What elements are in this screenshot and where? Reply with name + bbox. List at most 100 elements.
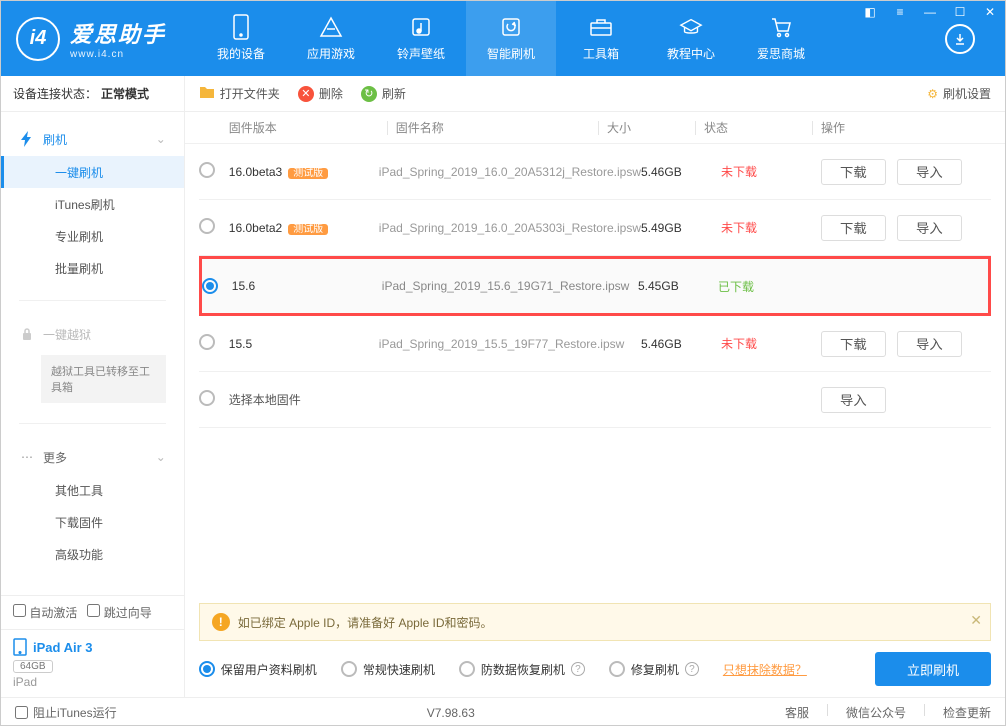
refresh-button[interactable]: ↻刷新 — [361, 85, 406, 102]
nav-my-device[interactable]: 我的设备 — [196, 1, 286, 76]
block-itunes-checkbox[interactable]: 阻止iTunes运行 — [15, 704, 117, 721]
sidebar-item-advanced[interactable]: 高级功能 — [1, 538, 184, 570]
apps-icon — [319, 15, 343, 39]
flash-settings-button[interactable]: ⚙刷机设置 — [927, 85, 991, 102]
device-info[interactable]: iPad Air 3 64GB iPad — [1, 629, 184, 697]
nav-apps[interactable]: 应用游戏 — [286, 1, 376, 76]
menu-icon[interactable]: ≡ — [885, 1, 915, 23]
opt-repair[interactable]: 修复刷机? — [609, 661, 699, 678]
firmware-size: 5.46GB — [641, 165, 721, 179]
firmware-version: 15.6 — [232, 279, 382, 293]
music-icon — [409, 15, 433, 39]
connection-status: 设备连接状态： 正常模式 — [1, 76, 184, 112]
firmware-size: 5.49GB — [641, 221, 721, 235]
window-controls: ◧ ≡ — ☐ ✕ — [855, 1, 1005, 23]
download-button[interactable]: 下载 — [821, 215, 886, 241]
opt-keep-data[interactable]: 保留用户资料刷机 — [199, 661, 317, 678]
warning-text: 如已绑定 Apple ID，请准备好 Apple ID和密码。 — [238, 614, 493, 631]
flash-now-button[interactable]: 立即刷机 — [875, 652, 991, 686]
sidebar-group-jailbreak[interactable]: 一键越狱 — [1, 317, 184, 351]
header: i4 爱思助手 www.i4.cn 我的设备 应用游戏 铃声壁纸 智能刷机 工具… — [1, 1, 1005, 76]
lock-icon — [19, 326, 35, 342]
firmware-version: 15.5 — [229, 337, 379, 351]
device-name: iPad Air 3 — [13, 638, 172, 656]
footer-update[interactable]: 检查更新 — [943, 704, 991, 721]
toolbox-icon — [589, 15, 613, 39]
firmware-size: 5.45GB — [638, 279, 718, 293]
firmware-row[interactable]: 15.5 iPad_Spring_2019_15.5_19F77_Restore… — [199, 316, 991, 372]
brand-url: www.i4.cn — [70, 49, 166, 60]
firmware-radio[interactable] — [199, 390, 215, 406]
import-button[interactable]: 导入 — [897, 331, 962, 357]
firmware-row[interactable]: 16.0beta3测试版 iPad_Spring_2019_16.0_20A53… — [199, 144, 991, 200]
firmware-list: 16.0beta3测试版 iPad_Spring_2019_16.0_20A53… — [185, 144, 1005, 428]
connection-mode: 正常模式 — [101, 85, 149, 102]
firmware-row[interactable]: 16.0beta2测试版 iPad_Spring_2019_16.0_20A53… — [199, 200, 991, 256]
col-name: 固件名称 — [396, 119, 590, 136]
download-button[interactable]: 下载 — [821, 159, 886, 185]
import-button[interactable]: 导入 — [897, 215, 962, 241]
import-button[interactable]: 导入 — [821, 387, 886, 413]
nav-ringtones[interactable]: 铃声壁纸 — [376, 1, 466, 76]
footer-support[interactable]: 客服 — [785, 704, 809, 721]
help-icon[interactable]: ? — [685, 662, 699, 676]
firmware-name: iPad_Spring_2019_15.6_19G71_Restore.ipsw — [382, 279, 638, 293]
graduation-icon — [679, 15, 703, 39]
auto-activate-bar: 自动激活 跳过向导 — [1, 595, 184, 629]
erase-link[interactable]: 只想抹除数据？ — [723, 661, 807, 678]
col-size: 大小 — [607, 119, 687, 136]
sidebar-group-more[interactable]: ⋯ 更多 ⌄ — [1, 440, 184, 474]
firmware-status: 未下载 — [721, 335, 821, 352]
delete-icon: ✕ — [298, 86, 314, 102]
firmware-version: 16.0beta2测试版 — [229, 220, 379, 235]
help-icon[interactable]: ? — [571, 662, 585, 676]
refresh-icon: ↻ — [361, 86, 377, 102]
maximize-icon[interactable]: ☐ — [945, 1, 975, 23]
footer-wechat[interactable]: 微信公众号 — [846, 704, 906, 721]
firmware-radio[interactable] — [199, 218, 215, 234]
device-type: iPad — [13, 675, 172, 689]
sidebar-item-pro[interactable]: 专业刷机 — [1, 220, 184, 252]
top-nav: 我的设备 应用游戏 铃声壁纸 智能刷机 工具箱 教程中心 爱思商城 — [196, 1, 826, 76]
delete-button[interactable]: ✕删除 — [298, 85, 343, 102]
logo-icon: i4 — [16, 17, 60, 61]
col-version: 固件版本 — [229, 119, 379, 136]
sidebar-item-oneclick[interactable]: 一键刷机 — [1, 156, 184, 188]
skip-guide-checkbox[interactable]: 跳过向导 — [87, 604, 151, 621]
brand-title: 爱思助手 — [70, 17, 166, 49]
firmware-size: 5.46GB — [641, 337, 721, 351]
main: 打开文件夹 ✕删除 ↻刷新 ⚙刷机设置 固件版本 固件名称 大小 状态 操作 1… — [185, 76, 1005, 697]
cart-icon — [769, 15, 793, 39]
firmware-radio[interactable] — [199, 334, 215, 350]
sidebar-item-other[interactable]: 其他工具 — [1, 474, 184, 506]
toolbar: 打开文件夹 ✕删除 ↻刷新 ⚙刷机设置 — [185, 76, 1005, 112]
brand[interactable]: i4 爱思助手 www.i4.cn — [16, 17, 166, 61]
warning-close-button[interactable]: ✕ — [970, 612, 982, 629]
minimize-icon[interactable]: — — [915, 1, 945, 23]
sidebar-item-download[interactable]: 下载固件 — [1, 506, 184, 538]
close-icon[interactable]: ✕ — [975, 1, 1005, 23]
nav-tutorials[interactable]: 教程中心 — [646, 1, 736, 76]
import-button[interactable]: 导入 — [897, 159, 962, 185]
firmware-name: iPad_Spring_2019_16.0_20A5303i_Restore.i… — [379, 221, 641, 235]
nav-flash[interactable]: 智能刷机 — [466, 1, 556, 76]
download-manager-icon[interactable] — [945, 24, 975, 54]
firmware-status: 未下载 — [721, 219, 821, 236]
sidebar-item-itunes[interactable]: iTunes刷机 — [1, 188, 184, 220]
auto-activate-checkbox[interactable]: 自动激活 — [13, 604, 77, 621]
firmware-radio[interactable] — [199, 162, 215, 178]
nav-toolbox[interactable]: 工具箱 — [556, 1, 646, 76]
sidebar-group-flash[interactable]: 刷机 ⌄ — [1, 122, 184, 156]
sidebar-item-batch[interactable]: 批量刷机 — [1, 252, 184, 284]
opt-fast[interactable]: 常规快速刷机 — [341, 661, 435, 678]
firmware-row[interactable]: 15.6 iPad_Spring_2019_15.6_19G71_Restore… — [199, 256, 991, 316]
download-button[interactable]: 下载 — [821, 331, 886, 357]
opt-anti-recovery[interactable]: 防数据恢复刷机? — [459, 661, 585, 678]
skin-icon[interactable]: ◧ — [855, 1, 885, 23]
nav-store[interactable]: 爱思商城 — [736, 1, 826, 76]
open-folder-button[interactable]: 打开文件夹 — [199, 85, 280, 102]
chevron-down-icon: ⌄ — [156, 132, 166, 146]
firmware-row-local[interactable]: 选择本地固件 导入 — [199, 372, 991, 428]
firmware-radio[interactable] — [202, 278, 218, 294]
flash-icon — [19, 131, 35, 147]
